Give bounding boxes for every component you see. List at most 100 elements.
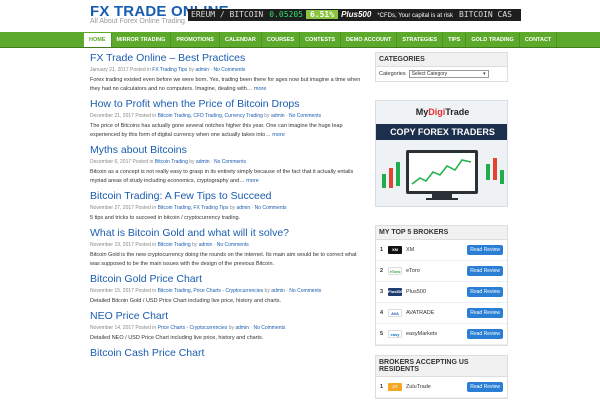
by-label: by	[229, 205, 236, 211]
posted-in-label: Posted in	[135, 288, 157, 294]
nav-contact[interactable]: Contact	[520, 33, 558, 47]
broker-row: 1 ZT ZuluTrade Read Review	[376, 377, 507, 398]
more-link[interactable]: more	[254, 86, 267, 92]
nav-contests[interactable]: Contests	[300, 33, 342, 47]
ticker-pair: EREUM / BITCOIN	[191, 10, 264, 19]
post-categories[interactable]: Bitcoin Trading	[158, 242, 191, 248]
us-brokers-widget: BROKERS ACCEPTING US RESIDENTS 1 ZT Zulu…	[375, 355, 508, 399]
post-comments[interactable]: No Comments	[253, 325, 285, 331]
post-categories[interactable]: Bitcoin Trading, FX Trading Tips	[158, 205, 229, 211]
top-brokers-widget: MY TOP 5 BROKERS 1 XM XM Read Review 2 e…	[375, 225, 508, 346]
post-meta: November 19, 2017 Posted in Bitcoin Trad…	[90, 242, 249, 248]
broker-rank: 5	[380, 331, 384, 337]
post-author[interactable]: admin	[195, 67, 209, 73]
broker-logo[interactable]: XM	[388, 246, 402, 254]
excerpt-text: Bitcoin Gold is the new cryptocurrency d…	[90, 252, 357, 267]
post-title[interactable]: NEO Price Chart	[90, 310, 365, 322]
read-review-button[interactable]: Read Review	[467, 329, 503, 339]
nav-promotions[interactable]: Promotions	[171, 33, 220, 47]
top-brokers-title: MY TOP 5 BROKERS	[376, 226, 507, 240]
post-title[interactable]: Bitcoin Trading: A Few Tips to Succeed	[90, 190, 365, 202]
nav-demo-account[interactable]: Demo Account	[341, 33, 398, 47]
broker-rank: 2	[380, 268, 384, 274]
nav-tips[interactable]: Tips	[443, 33, 467, 47]
ticker-sponsor: Plus500	[341, 10, 372, 19]
post-date: November 27, 2017	[90, 205, 134, 211]
post-categories[interactable]: Bitcoin Trading, Price Charts - Cryptocu…	[158, 288, 264, 294]
nav-calendar[interactable]: Calendar	[220, 33, 262, 47]
read-review-button[interactable]: Read Review	[467, 382, 503, 392]
post-categories[interactable]: Price Charts - Cryptocurrencies	[158, 325, 228, 331]
post-comments[interactable]: No Comments	[214, 159, 246, 165]
post-author[interactable]: admin	[271, 113, 285, 119]
post: Bitcoin Trading: A Few Tips to Succeed N…	[90, 190, 365, 223]
post-title[interactable]: Myths about Bitcoins	[90, 144, 365, 156]
post-author[interactable]: admin	[235, 325, 249, 331]
broker-logo[interactable]: ZT	[388, 383, 402, 391]
post-excerpt: Bitcoin as a concept is not really easy …	[90, 168, 365, 186]
post-title[interactable]: Bitcoin Gold Price Chart	[90, 273, 365, 285]
post-comments[interactable]: No Comments	[255, 205, 287, 211]
post-comments[interactable]: No Comments	[289, 113, 321, 119]
broker-logo[interactable]: easy	[388, 330, 402, 338]
post: NEO Price Chart November 14, 2017 Posted…	[90, 310, 365, 343]
post-meta: November 27, 2017 Posted in Bitcoin Trad…	[90, 205, 287, 211]
post-categories[interactable]: Bitcoin Trading	[155, 159, 188, 165]
read-review-button[interactable]: Read Review	[467, 287, 503, 297]
post: Myths about Bitcoins December 6, 2017 Po…	[90, 144, 365, 186]
broker-name: Plus500	[406, 289, 426, 295]
post-date: December 6, 2017	[90, 159, 132, 165]
read-review-button[interactable]: Read Review	[467, 308, 503, 318]
post-excerpt: Forex trading existed even before we wer…	[90, 76, 365, 94]
post-categories[interactable]: Bitcoin Trading, CFD Trading, Currency T…	[158, 113, 263, 119]
nav-mirror-trading[interactable]: Mirror Trading	[112, 33, 172, 47]
post-comments[interactable]: No Comments	[213, 67, 245, 73]
nav-strategies[interactable]: Strategies	[397, 33, 444, 47]
broker-logo[interactable]: Plus500	[388, 288, 403, 296]
excerpt-text: The price of Bitcoins has actually gone …	[90, 123, 343, 138]
post-comments[interactable]: No Comments	[217, 242, 249, 248]
ad-brand-digi: Digi	[428, 107, 446, 117]
post-author[interactable]: admin	[271, 288, 285, 294]
read-review-button[interactable]: Read Review	[467, 245, 503, 255]
broker-logo[interactable]: eToro	[388, 267, 402, 275]
mydigitrade-ad[interactable]: MyDigiTrade COPY FOREX TRADERS	[375, 100, 508, 207]
categories-widget: CATEGORIES Categories Select Category ▾	[375, 52, 508, 82]
read-review-button[interactable]: Read Review	[467, 266, 503, 276]
post-comments[interactable]: No Comments	[289, 288, 321, 294]
post-author[interactable]: admin	[237, 205, 251, 211]
ticker-disclaimer: *CFDs, Your capital is at risk	[377, 13, 454, 19]
category-select[interactable]: Select Category ▾	[408, 70, 489, 78]
broker-name: easyMarkets	[406, 331, 438, 337]
post-excerpt: The price of Bitcoins has actually gone …	[90, 122, 365, 140]
post: What is Bitcoin Gold and what will it so…	[90, 227, 365, 269]
by-label: by	[189, 159, 195, 165]
broker-rank: 1	[380, 384, 384, 390]
more-link[interactable]: more	[272, 132, 285, 138]
site-header: FX TRADE ONLINE All About Forex Online T…	[0, 0, 600, 32]
post-author[interactable]: admin	[196, 159, 210, 165]
broker-name: AVATRADE	[406, 310, 435, 316]
post-date: November 14, 2017	[90, 325, 134, 331]
post-meta: November 15, 2017 Posted in Bitcoin Trad…	[90, 288, 322, 294]
chevron-down-icon: ▾	[483, 71, 486, 77]
post-title[interactable]: What is Bitcoin Gold and what will it so…	[90, 227, 365, 239]
post-categories[interactable]: FX Trading Tips	[152, 67, 187, 73]
main-nav: Home Mirror Trading Promotions Calendar …	[84, 33, 558, 47]
excerpt-text: Detailed NEO / USD Price Chart including…	[90, 335, 264, 341]
post-title[interactable]: FX Trade Online – Best Practices	[90, 52, 365, 64]
broker-logo[interactable]: AVA	[388, 309, 402, 317]
price-ticker[interactable]: EREUM / BITCOIN 0.05205 6.51% Plus500 *CFDs,…	[188, 9, 521, 21]
nav-courses[interactable]: Courses	[262, 33, 301, 47]
post-author[interactable]: admin	[199, 242, 213, 248]
post-title[interactable]: How to Profit when the Price of Bitcoin …	[90, 98, 365, 110]
post-title[interactable]: Bitcoin Cash Price Chart	[90, 347, 365, 359]
more-link[interactable]: more	[246, 178, 259, 184]
excerpt-text: 5 tips and tricks to succeed in bitcoin …	[90, 215, 241, 221]
us-brokers-title: BROKERS ACCEPTING US RESIDENTS	[376, 356, 507, 377]
ticker-price: 0.05205	[269, 10, 303, 19]
broker-name: XM	[406, 247, 415, 253]
nav-gold-trading[interactable]: Gold Trading	[466, 33, 520, 47]
nav-home[interactable]: Home	[84, 33, 112, 47]
posted-in-label: Posted in	[135, 113, 157, 119]
